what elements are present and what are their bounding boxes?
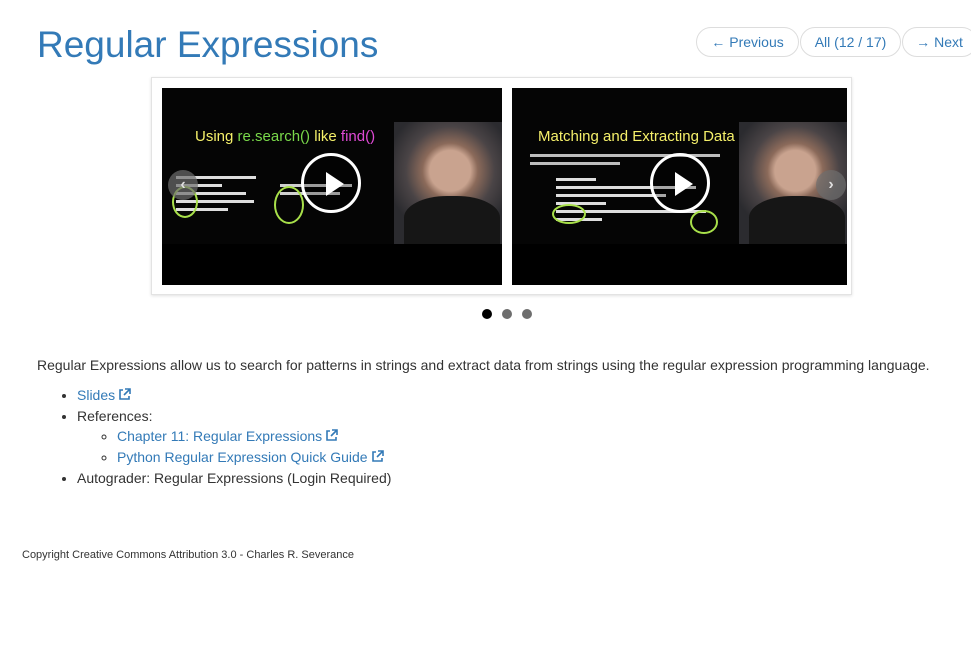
quick-guide-link[interactable]: Python Regular Expression Quick Guide [117,449,384,465]
autograder-label: Autograder: Regular Expressions (Login R… [77,470,392,486]
chapter-link[interactable]: Chapter 11: Regular Expressions [117,428,338,444]
copyright-text: Copyright Creative Commons Attribution 3… [22,549,354,561]
next-button[interactable]: → Next [902,27,971,57]
list-item: Chapter 11: Regular Expressions [117,426,391,447]
carousel-prev-button[interactable]: ‹ [168,170,198,200]
all-button[interactable]: All (12 / 17) [800,27,901,57]
all-label: All (12 / 17) [814,34,887,50]
video-slide[interactable]: Using re.search() like find() [162,88,502,285]
play-icon [675,172,693,196]
slide-heading: Matching and Extracting Data [538,128,735,145]
carousel-dot[interactable] [482,309,492,319]
previous-button[interactable]: ← Previous [696,27,799,57]
list-item: Autograder: Regular Expressions (Login R… [77,468,391,488]
slides-link[interactable]: Slides [77,387,131,403]
external-link-icon [371,448,384,468]
play-icon [326,172,344,196]
next-label: Next [934,34,963,50]
previous-label: Previous [729,34,784,50]
reference-list: Chapter 11: Regular Expressions Python R… [77,426,391,468]
play-button[interactable] [301,153,361,213]
arrow-left-icon: ← [711,34,726,50]
list-item: References: Chapter 11: Regular Expressi… [77,406,391,468]
slide-heading: Using re.search() like find() [195,128,376,145]
pager: ← Previous All (12 / 17) → Next [696,27,971,57]
play-button[interactable] [650,153,710,213]
page-title: Regular Expressions [37,24,379,65]
video-slide[interactable]: Matching and Extracting Data [512,88,847,285]
video-carousel: Using re.search() like find() Matching a… [151,77,852,295]
carousel-dot[interactable] [502,309,512,319]
external-link-icon [118,386,131,406]
arrow-right-icon: → [916,34,931,50]
resource-list: Slides References: Chapter 11: Regular E… [37,385,391,488]
external-link-icon [325,427,338,447]
chevron-left-icon: ‹ [180,176,186,193]
references-label: References: [77,408,153,424]
carousel-dot[interactable] [522,309,532,319]
carousel-next-button[interactable]: › [816,170,846,200]
lesson-description: Regular Expressions allow us to search f… [37,357,930,373]
carousel-indicators [482,309,542,319]
chevron-right-icon: › [828,176,834,193]
list-item: Python Regular Expression Quick Guide [117,447,391,468]
lecturer-image [394,122,502,244]
list-item: Slides [77,385,391,406]
